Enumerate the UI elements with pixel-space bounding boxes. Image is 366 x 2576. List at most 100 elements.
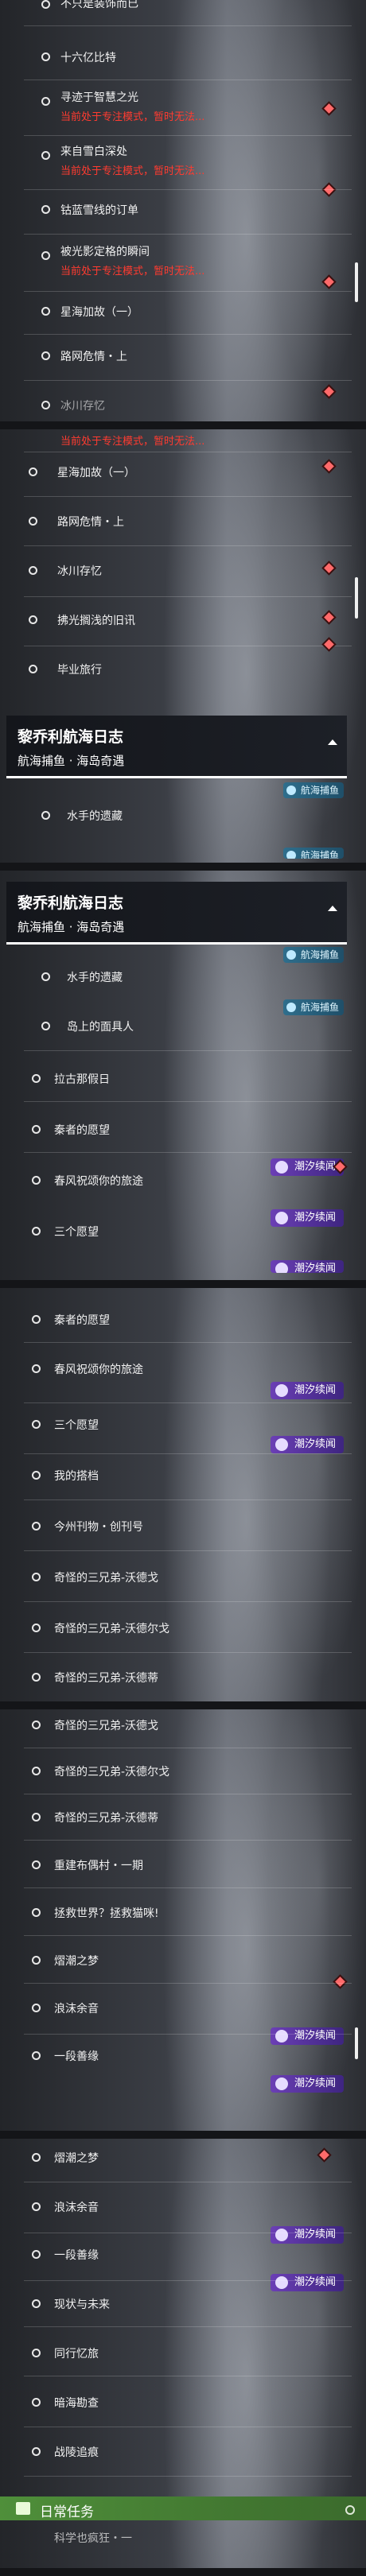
quest-title: 暗海勘查 (54, 2397, 99, 2410)
quest-status-icon (41, 401, 50, 409)
quest-status-icon (41, 351, 50, 360)
divider (24, 1402, 352, 1403)
quest-row[interactable]: 当前处于专注模式，暂时无法... (0, 429, 350, 471)
quest-row[interactable]: 现状与未来 (0, 2288, 350, 2320)
quest-row[interactable]: 暗海勘查 (0, 2387, 350, 2419)
quest-list-panel-4: 秦者的愿望 春风祝颂你的旅途 潮汐续闻 三个愿望 潮汐续闻 我的搭档 今州刊物・… (0, 1288, 366, 1709)
focus-mode-warning: 当前处于专注模式，暂时无法... (60, 436, 205, 448)
quest-status-icon (32, 2202, 41, 2211)
book-icon (16, 2502, 30, 2515)
section-header[interactable]: 黎乔利航海日志 航海捕鱼 · 海岛奇遇 (6, 716, 347, 778)
quest-row[interactable]: 十六亿比特 (0, 41, 350, 73)
quest-row[interactable]: 春风祝颂你的旅途 (0, 1353, 350, 1385)
quest-row[interactable]: 一段善缘 (0, 2239, 350, 2271)
quest-row[interactable]: 来自雪白深处 当前处于专注模式，暂时无法... (0, 140, 350, 195)
quest-row[interactable]: 星海加故（一） (0, 296, 350, 328)
quest-row[interactable]: 奇怪的三兄弟-沃德尔戈 (0, 1612, 350, 1644)
new-marker-icon (324, 639, 334, 650)
divider (24, 25, 352, 26)
quest-row[interactable]: 冰川存忆 (0, 398, 350, 421)
quest-row[interactable]: 奇怪的三兄弟-沃德蒂 (0, 1802, 350, 1833)
moon-icon (274, 2276, 288, 2289)
quest-row[interactable]: 被光影定格的瞬间 当前处于专注模式，暂时无法... (0, 240, 350, 288)
quest-row[interactable]: 岛上的面具人 (0, 1011, 350, 1042)
quest-row[interactable]: 奇怪的三兄弟-沃德戈 (0, 1562, 350, 1593)
quest-status-icon (32, 2398, 41, 2407)
quest-status-icon (41, 151, 50, 160)
quest-status-icon (41, 97, 50, 106)
quest-row[interactable]: 我的搭档 (0, 1460, 350, 1492)
divider (24, 1342, 352, 1343)
quest-status-icon (29, 517, 37, 526)
section-header[interactable]: 黎乔利航海日志 航海捕鱼 · 海岛奇遇 (6, 882, 347, 945)
quest-row[interactable]: 寻迹于智慧之光 当前处于专注模式，暂时无法... (0, 86, 350, 134)
divider (24, 1152, 352, 1153)
quest-row[interactable]: 拂光搁浅的旧讯 (0, 604, 350, 636)
quest-title: 奇怪的三兄弟-沃德蒂 (54, 1812, 159, 1825)
quest-row[interactable]: 三个愿望 (0, 1216, 350, 1247)
quest-status-icon (41, 0, 50, 9)
fish-icon (286, 851, 296, 859)
quest-row[interactable]: 熠潮之梦 (0, 2142, 350, 2174)
quest-row[interactable]: 不只是装饰而已 (0, 0, 350, 17)
quest-row[interactable]: 秦者的愿望 (0, 1304, 350, 1336)
quest-title: 水手的遗藏 (67, 810, 123, 823)
scrollbar[interactable] (355, 577, 358, 619)
quest-row[interactable]: 战陵追痕 (0, 2436, 350, 2468)
quest-row[interactable]: 水手的遗藏 (0, 800, 350, 832)
quest-row[interactable]: 奇怪的三兄弟-沃德戈 (0, 1709, 350, 1741)
scrollbar[interactable] (355, 262, 358, 302)
quest-status-icon (29, 467, 37, 476)
quest-row[interactable]: 浪沫余音 (0, 1992, 350, 2024)
quest-row[interactable]: 拉古那假日 (0, 1063, 350, 1095)
quest-row[interactable]: 同行忆旅 (0, 2337, 350, 2369)
quest-row[interactable]: 路网危情・上 (0, 506, 350, 537)
quest-status-icon (32, 2447, 41, 2456)
fish-icon (286, 950, 296, 960)
quest-row[interactable]: 星海加故（一） (0, 456, 350, 488)
daily-tasks-title: 日常任务 (40, 2504, 94, 2520)
divider (24, 2326, 352, 2327)
quest-row[interactable]: 水手的遗藏 (0, 961, 350, 993)
quest-row[interactable]: 春风祝颂你的旅途 (0, 1162, 350, 1197)
settings-dot-icon[interactable] (345, 2505, 355, 2515)
quest-status-icon (32, 1908, 41, 1917)
section-subtitle: 航海捕鱼 · 海岛奇遇 (18, 920, 125, 934)
daily-tasks-header[interactable]: 日常任务 (0, 2496, 366, 2520)
quest-status-icon (32, 2349, 41, 2357)
quest-row[interactable]: 秦者的愿望 (0, 1114, 350, 1146)
quest-title: 现状与未来 (54, 2299, 110, 2311)
quest-row[interactable]: 钴蓝雪线的订单 (0, 194, 350, 226)
quest-title: 星海加故（一） (60, 306, 138, 319)
badge-label: 潮汐续闻 (294, 1263, 336, 1273)
quest-list-panel-5: 奇怪的三兄弟-沃德戈 奇怪的三兄弟-沃德尔戈 奇怪的三兄弟-沃德蒂 重建布偶村・… (0, 1709, 366, 2139)
quest-status-icon (41, 52, 50, 61)
quest-row[interactable]: 今州刊物・创刊号 (0, 1511, 350, 1542)
divider (24, 2476, 352, 2477)
quest-row[interactable]: 拯救世界？拯救猫咪! (0, 1897, 350, 1929)
quest-row[interactable]: 奇怪的三兄弟-沃德尔戈 (0, 1755, 350, 1787)
quest-status-icon (32, 1471, 41, 1480)
quest-row[interactable]: 冰川存忆 (0, 555, 350, 587)
quest-row[interactable]: 熠潮之梦 (0, 1945, 350, 1987)
quest-row[interactable]: 路网危情・上 (0, 340, 350, 397)
quest-status-icon (32, 1420, 41, 1429)
quest-row[interactable]: 重建布偶村・一期 (0, 1849, 350, 1881)
scrollbar[interactable] (355, 2027, 358, 2059)
quest-row[interactable]: 奇怪的三兄弟-沃德蒂 (0, 1662, 350, 1693)
quest-title: 一段善缘 (54, 2249, 99, 2262)
quest-title: 春风祝颂你的旅途 (54, 1364, 143, 1376)
quest-row[interactable]: 一段善缘 (0, 2040, 350, 2072)
collapse-arrow-icon[interactable] (328, 906, 337, 911)
quest-row[interactable]: 浪沫余音 (0, 2191, 350, 2223)
tide-event-badge: 潮汐续闻 (270, 1260, 344, 1273)
quest-row[interactable]: 科学也疯狂・一 (0, 2524, 350, 2547)
collapse-arrow-icon[interactable] (328, 739, 337, 745)
divider (24, 334, 352, 335)
quest-row[interactable]: 毕业旅行 (0, 639, 350, 685)
sail-tag: 航海捕鱼 (282, 848, 344, 859)
quest-status-icon (32, 2299, 41, 2308)
quest-title: 被光影定格的瞬间 (60, 246, 150, 258)
quest-status-icon (32, 2004, 41, 2012)
fish-icon (286, 786, 296, 795)
